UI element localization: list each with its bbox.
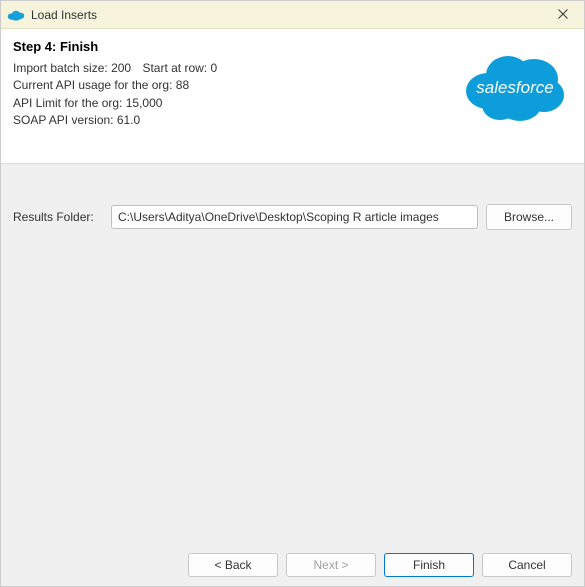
results-folder-row: Results Folder: Browse... (13, 204, 572, 230)
salesforce-logo: salesforce (460, 47, 570, 125)
header-section: Step 4: Finish Import batch size: 200 St… (1, 29, 584, 164)
back-button[interactable]: < Back (188, 553, 278, 577)
start-row-label: Start at row: (142, 60, 207, 77)
soap-value: 61.0 (117, 113, 140, 127)
titlebar: Load Inserts (1, 1, 584, 29)
results-folder-label: Results Folder: (13, 210, 103, 224)
api-limit-label: API Limit for the org: (13, 96, 122, 110)
footer: < Back Next > Finish Cancel (1, 544, 584, 586)
next-button: Next > (286, 553, 376, 577)
start-row-value: 0 (210, 61, 217, 75)
api-limit-value: 15,000 (126, 96, 163, 110)
browse-button[interactable]: Browse... (486, 204, 572, 230)
window-title: Load Inserts (31, 8, 548, 22)
body-section: Results Folder: Browse... (1, 164, 584, 230)
api-usage-value: 88 (176, 78, 189, 92)
results-folder-input[interactable] (111, 205, 478, 229)
salesforce-cloud-icon (7, 8, 25, 22)
logo-text: salesforce (476, 78, 553, 97)
close-icon (558, 7, 568, 22)
soap-label: SOAP API version: (13, 113, 114, 127)
batch-size-value: 200 (111, 61, 131, 75)
results-folder-input-wrap (111, 205, 478, 229)
batch-size-label: Import batch size: (13, 61, 108, 75)
finish-button[interactable]: Finish (384, 553, 474, 577)
api-usage-label: Current API usage for the org: (13, 78, 172, 92)
close-button[interactable] (548, 3, 578, 27)
cancel-button[interactable]: Cancel (482, 553, 572, 577)
